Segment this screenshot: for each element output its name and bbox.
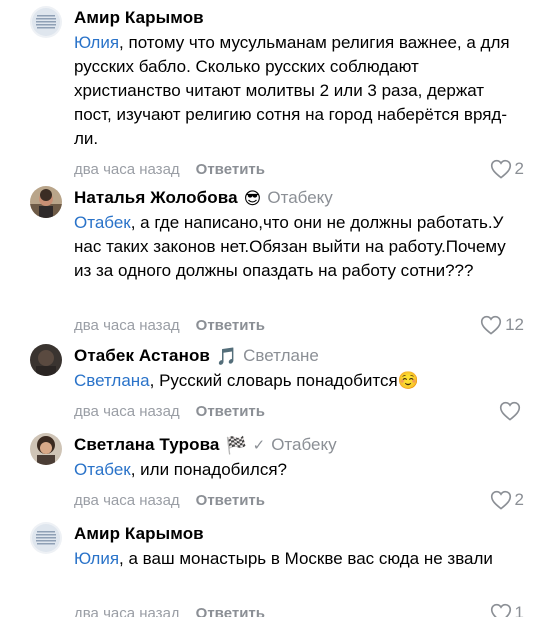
comment-time: два часа назад <box>74 491 180 509</box>
comment-meta: два часа назад Ответить 12 <box>74 312 524 338</box>
reply-to-label[interactable]: Светлане <box>243 346 319 366</box>
comment-text: Юлия, а ваш монастырь в Москве вас сюда … <box>74 547 524 595</box>
reply-button[interactable]: Ответить <box>196 403 265 420</box>
reply-button[interactable]: Ответить <box>196 605 265 617</box>
like-button[interactable]: 2 <box>490 490 524 510</box>
like-count: 2 <box>514 159 524 178</box>
like-button[interactable]: 2 <box>490 159 524 179</box>
comment-mention[interactable]: Юлия <box>74 33 119 52</box>
comment-mention[interactable]: Светлана <box>74 371 150 390</box>
comment-mention[interactable]: Отабек <box>74 213 131 232</box>
comment-time: два часа назад <box>74 402 180 420</box>
verified-check-icon: ✓ <box>252 437 266 454</box>
avatar[interactable] <box>30 186 62 218</box>
comment-text-body: , а ваш монастырь в Москве вас сюда не з… <box>119 549 493 568</box>
comment-text: Светлана, Русский словарь понадобится☺️ <box>74 369 524 393</box>
sunglasses-emoji-icon: 😎 <box>243 188 262 208</box>
avatar[interactable] <box>30 433 62 465</box>
comment-time: два часа назад <box>74 160 180 178</box>
like-count: 1 <box>514 603 524 617</box>
comment-text: Юлия, потому что мусульманам религия важ… <box>74 31 524 151</box>
like-button[interactable]: 1 <box>490 603 524 617</box>
comment-mention[interactable]: Отабек <box>74 460 131 479</box>
heart-outline-icon <box>490 603 511 617</box>
reply-button[interactable]: Ответить <box>196 492 265 509</box>
heart-outline-icon <box>499 401 521 421</box>
comment-meta: два часа назад Ответить 2 <box>74 487 524 513</box>
comment-text: Отабек, а где написано,что они не должны… <box>74 211 524 307</box>
comment-author[interactable]: Отабек Астанов <box>74 346 210 366</box>
comment-text-body: , или понадобился? <box>130 460 287 479</box>
like-button[interactable] <box>499 401 524 421</box>
avatar[interactable] <box>30 344 62 376</box>
comment-author[interactable]: Светлана Турова <box>74 435 219 455</box>
heart-outline-icon <box>480 315 502 335</box>
comment-time: два часа назад <box>74 604 180 617</box>
comment-author[interactable]: Амир Карымов <box>74 8 204 28</box>
heart-outline-icon <box>490 490 511 510</box>
comment-meta: два часа назад Ответить <box>74 398 524 424</box>
reply-to-label[interactable]: Отабеку <box>267 188 332 208</box>
comment-time: два часа назад <box>74 316 180 334</box>
comment-author[interactable]: Наталья Жолобова <box>74 188 238 208</box>
like-count: 2 <box>514 490 524 509</box>
comments-feed: Амир Карымов Юлия, потому что мусульмана… <box>0 0 540 617</box>
comment-meta: два часа назад Ответить 1 <box>74 600 524 617</box>
reply-button[interactable]: Ответить <box>196 317 265 334</box>
checkered-flag-emoji-icon: 🏁 <box>225 435 247 455</box>
heart-outline-icon <box>490 159 511 179</box>
like-count: 12 <box>505 315 524 334</box>
reply-button[interactable]: Ответить <box>196 161 265 178</box>
comment-text-body: , а где написано,что они не должны работ… <box>74 213 506 280</box>
avatar[interactable] <box>30 6 62 38</box>
like-button[interactable]: 12 <box>480 315 524 335</box>
music-notes-emoji-icon: 🎵 <box>215 346 238 366</box>
reply-to-label[interactable]: Отабеку <box>271 435 336 455</box>
comment-author[interactable]: Амир Карымов <box>74 524 204 544</box>
avatar[interactable] <box>30 522 62 554</box>
comment-text-body: , потому что мусульманам религия важнее,… <box>74 33 510 148</box>
comment-text-body: , Русский словарь понадобится☺️ <box>149 371 419 390</box>
comment-text: Отабек, или понадобился? <box>74 458 524 482</box>
comment-mention[interactable]: Юлия <box>74 549 119 568</box>
comment-meta: два часа назад Ответить 2 <box>74 156 524 182</box>
